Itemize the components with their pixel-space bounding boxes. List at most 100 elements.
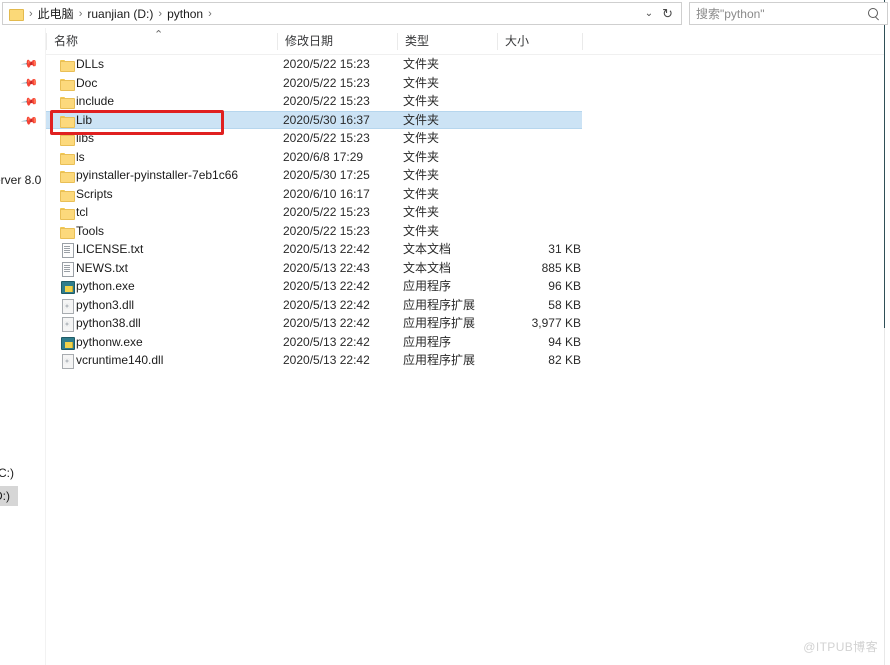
file-type-cell: 文件夹 [403, 148, 508, 167]
file-name-cell[interactable]: python3.dll [54, 296, 284, 315]
file-type-cell: 文件夹 [403, 203, 508, 222]
table-row[interactable]: Tools2020/5/22 15:23文件夹 [46, 222, 884, 241]
pin-icon-row[interactable]: 📌 [22, 76, 38, 92]
folder-icon [60, 206, 74, 218]
file-name-cell[interactable]: tcl [54, 203, 284, 222]
file-name-cell[interactable]: LICENSE.txt [54, 240, 284, 259]
breadcrumb-item-python[interactable]: python [164, 4, 206, 24]
table-row[interactable]: pythonw.exe2020/5/13 22:42应用程序94 KB [46, 333, 884, 352]
table-row[interactable]: Lib2020/5/30 16:37文件夹 [46, 111, 884, 130]
text-file-icon [60, 262, 74, 274]
file-type-cell: 文件夹 [403, 185, 508, 204]
file-name-cell[interactable]: libs [54, 129, 284, 148]
file-date-cell: 2020/5/13 22:42 [283, 351, 403, 370]
nav-item-sql-server[interactable]: erver 8.0 [0, 172, 41, 188]
file-date-cell: 2020/5/22 15:23 [283, 222, 403, 241]
file-name-text: tcl [76, 205, 88, 219]
file-list-pane[interactable]: 名称 ⌃ 修改日期 类型 大小 DLLs2020/5/22 15:23文件夹Do… [46, 28, 884, 665]
file-name-text: python38.dll [76, 316, 141, 330]
file-name-cell[interactable]: pythonw.exe [54, 333, 284, 352]
column-header-row: 名称 ⌃ 修改日期 类型 大小 [46, 28, 884, 55]
folder-icon [60, 77, 74, 89]
file-name-cell[interactable]: Doc [54, 74, 284, 93]
table-row[interactable]: python38.dll2020/5/13 22:42应用程序扩展3,977 K… [46, 314, 884, 333]
file-name-cell[interactable]: Scripts [54, 185, 284, 204]
file-name-cell[interactable]: pyinstaller-pyinstaller-7eb1c66 [54, 166, 284, 185]
pin-icon[interactable]: 📌 [19, 111, 42, 134]
file-name-cell[interactable]: python38.dll [54, 314, 284, 333]
file-name-cell[interactable]: Lib [54, 111, 284, 130]
breadcrumb-separator: › [156, 4, 164, 24]
file-type-cell: 文件夹 [403, 166, 508, 185]
file-size-cell [501, 92, 581, 111]
file-date-cell: 2020/5/22 15:23 [283, 203, 403, 222]
file-type-cell: 文件夹 [403, 74, 508, 93]
table-row[interactable]: DLLs2020/5/22 15:23文件夹 [46, 55, 884, 74]
file-name-text: DLLs [76, 57, 104, 71]
dll-icon [60, 299, 74, 311]
search-box[interactable]: 搜索"python" [689, 2, 888, 25]
file-date-cell: 2020/5/13 22:42 [283, 240, 403, 259]
pin-icon-row[interactable]: 📌 [22, 114, 38, 130]
address-bar[interactable]: › 此电脑 › ruanjian (D:) › python › ⌄ ↻ [2, 2, 682, 25]
chevron-down-icon[interactable]: ⌄ [641, 4, 660, 24]
search-input[interactable]: 搜索"python" [696, 5, 867, 22]
table-row[interactable]: LICENSE.txt2020/5/13 22:42文本文档31 KB [46, 240, 884, 259]
nav-item-drive-c[interactable]: (C:) [0, 465, 14, 481]
file-type-cell: 文本文档 [403, 259, 508, 278]
table-row[interactable]: ls2020/6/8 17:29文件夹 [46, 148, 884, 167]
file-type-cell: 应用程序 [403, 333, 508, 352]
folder-icon [60, 132, 74, 144]
column-header-date[interactable]: 修改日期 [277, 28, 397, 55]
file-name-text: vcruntime140.dll [76, 353, 163, 367]
text-file-icon [60, 243, 74, 255]
table-row[interactable]: vcruntime140.dll2020/5/13 22:42应用程序扩展82 … [46, 351, 884, 370]
table-row[interactable]: python.exe2020/5/13 22:42应用程序96 KB [46, 277, 884, 296]
pin-icon-row[interactable]: 📌 [22, 95, 38, 111]
file-name-text: Doc [76, 76, 97, 90]
table-row[interactable]: Doc2020/5/22 15:23文件夹 [46, 74, 884, 93]
breadcrumb-separator: › [77, 4, 85, 24]
table-row[interactable]: include2020/5/22 15:23文件夹 [46, 92, 884, 111]
file-size-cell: 885 KB [501, 259, 581, 278]
column-header-type[interactable]: 类型 [397, 28, 497, 55]
table-row[interactable]: tcl 2020/5/22 15:23文件夹 [46, 203, 884, 222]
file-date-cell: 2020/5/13 22:42 [283, 277, 403, 296]
file-explorer-window: › 此电脑 › ruanjian (D:) › python › ⌄ ↻ 搜索"… [0, 0, 890, 665]
file-name-cell[interactable]: NEWS.txt [54, 259, 284, 278]
watermark: @ITPUB博客 [803, 638, 878, 655]
table-row[interactable]: libs2020/5/22 15:23文件夹 [46, 129, 884, 148]
file-name-cell[interactable]: vcruntime140.dll [54, 351, 284, 370]
file-size-cell [501, 148, 581, 167]
executable-icon [60, 336, 74, 348]
search-icon[interactable] [867, 7, 881, 21]
file-list[interactable]: DLLs2020/5/22 15:23文件夹Doc2020/5/22 15:23… [46, 55, 884, 370]
table-row[interactable]: NEWS.txt2020/5/13 22:43文本文档885 KB [46, 259, 884, 278]
file-name-cell[interactable]: python.exe [54, 277, 284, 296]
file-date-cell: 2020/5/22 15:23 [283, 55, 403, 74]
table-row[interactable]: python3.dll2020/5/13 22:42应用程序扩展58 KB [46, 296, 884, 315]
file-date-cell: 2020/5/13 22:43 [283, 259, 403, 278]
navigation-pane[interactable]: 📌 📌 📌 📌 erver 8.0 (C:) D:) [0, 28, 46, 665]
file-name-cell[interactable]: DLLs [54, 55, 284, 74]
breadcrumb-separator: › [206, 4, 214, 24]
breadcrumb-item-drive-d[interactable]: ruanjian (D:) [84, 4, 156, 24]
table-row[interactable]: Scripts2020/6/10 16:17文件夹 [46, 185, 884, 204]
file-name-cell[interactable]: ls [54, 148, 284, 167]
file-size-cell: 3,977 KB [501, 314, 581, 333]
table-row[interactable]: pyinstaller-pyinstaller-7eb1c662020/5/30… [46, 166, 884, 185]
column-header-size[interactable]: 大小 [497, 28, 582, 55]
file-name-cell[interactable]: Tools [54, 222, 284, 241]
pin-icon-row[interactable]: 📌 [22, 57, 38, 73]
file-name-text: pyinstaller-pyinstaller-7eb1c66 [76, 168, 238, 182]
column-divider[interactable] [582, 33, 583, 50]
window-right-edge [884, 0, 885, 328]
folder-icon [60, 151, 74, 163]
breadcrumb-item-this-pc[interactable]: 此电脑 [35, 4, 77, 24]
refresh-icon[interactable]: ↻ [660, 4, 677, 24]
file-size-cell [501, 203, 581, 222]
file-name-cell[interactable]: include [54, 92, 284, 111]
file-date-cell: 2020/5/13 22:42 [283, 296, 403, 315]
file-type-cell: 文件夹 [403, 92, 508, 111]
nav-item-drive-d[interactable]: D:) [0, 486, 18, 506]
